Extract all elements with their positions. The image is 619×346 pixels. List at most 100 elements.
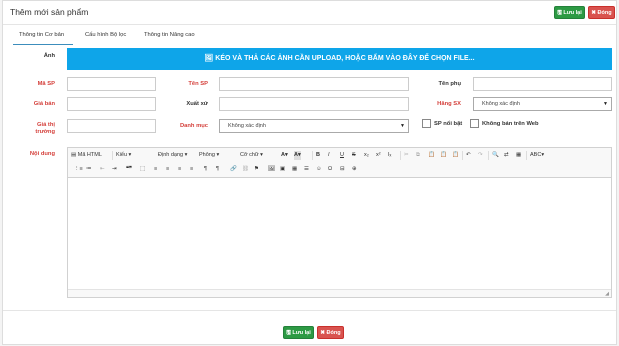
ltr-icon[interactable]: ¶ [204,165,207,174]
code-input[interactable] [67,77,156,91]
bullet-list-icon[interactable]: ≔ [86,165,92,174]
smiley-icon[interactable]: ☺ [316,165,322,174]
align-left-icon[interactable]: ≡ [154,165,157,174]
toolbar-separator [462,151,463,160]
tab-bar: Thông tin Cơ bản Cấu hình Bộ lọc Thông t… [11,29,611,45]
rich-text-editor[interactable]: ▤ Mã HTML Kiểu ▾ Định dạng ▾ Phông ▾ Cỡ … [67,147,612,298]
format-dropdown[interactable]: Định dạng ▾ [158,151,187,160]
footer-divider [3,310,616,311]
caret-down-icon: ▾ [541,152,545,158]
styles-dropdown[interactable]: Kiểu ▾ [116,151,131,160]
tab-filter-config[interactable]: Cấu hình Bộ lọc [79,29,132,45]
redo-icon[interactable]: ↷ [478,151,483,160]
content-label: Nội dung [29,151,55,157]
origin-label: Xuất xứ [186,101,208,107]
superscript-button[interactable]: x² [376,151,381,160]
resize-handle-icon[interactable]: ◢ [605,291,609,297]
strike-button[interactable]: S [352,151,356,160]
size-dropdown[interactable]: Cỡ chữ ▾ [240,151,263,160]
numbered-list-icon[interactable]: ⋮≡ [74,165,83,174]
market-price-label: Giá thị trường [23,122,55,136]
category-select[interactable]: Không xác định ▼ [219,119,409,133]
featured-label: SP nổi bật [434,121,463,127]
blockquote-icon[interactable]: ❝❞ [126,165,132,174]
caret-down-icon: ▾ [128,152,132,158]
rtl-icon[interactable]: ¶ [216,165,219,174]
tab-advanced-info[interactable]: Thông tin Nâng cao [138,29,201,45]
find-icon[interactable]: 🔍 [492,151,499,160]
size-label: Cỡ chữ [240,152,259,158]
table-icon[interactable]: ▦ [292,165,297,174]
save-button-bottom[interactable]: 🖫 Lưu lại [283,326,314,339]
image-icon: 🖼 [204,55,214,62]
upload-text: KÉO VÀ THẢ CÁC ẢNH CẦN UPLOAD, HOẶC BẤM … [215,55,475,62]
dialog-header: Thêm mới sản phẩm 🖫 Lưu lại ✖ Đóng [3,1,616,25]
source-label: Mã HTML [77,152,102,158]
close-button-bottom[interactable]: ✖ Đóng [317,326,344,339]
page-break-icon[interactable]: ⊟ [340,165,345,174]
paste-text-icon[interactable]: 📋 [440,151,447,160]
italic-button[interactable]: I [328,151,330,160]
replace-icon[interactable]: ⇄ [504,151,509,160]
name-input[interactable] [219,77,409,91]
toolbar-separator [312,151,313,160]
text-color-button[interactable]: A▾ [281,151,288,160]
indent-icon[interactable]: ⇥ [112,165,117,174]
bg-color-button[interactable]: A▾ [294,151,301,160]
cut-icon[interactable]: ✂ [404,151,409,160]
unlink-icon[interactable]: ⛓ [242,165,249,174]
tab-basic-info[interactable]: Thông tin Cơ bản [13,29,73,45]
outdent-icon[interactable]: ⇤ [100,165,105,174]
spellcheck-label: ABC [530,152,542,158]
select-all-icon[interactable]: ▦ [516,151,521,160]
image-label: Ảnh [43,53,55,59]
copy-icon[interactable]: ⧉ [416,151,420,160]
font-label: Phông [199,152,215,158]
bold-button[interactable]: B [316,151,320,160]
add-product-dialog: Thêm mới sản phẩm 🖫 Lưu lại ✖ Đóng Thông… [2,0,617,345]
special-char-icon[interactable]: Ω [328,165,332,174]
caret-down-icon: ▾ [284,152,288,158]
font-dropdown[interactable]: Phông ▾ [199,151,219,160]
paste-icon[interactable]: 📋 [428,151,435,160]
anchor-icon[interactable]: ⚑ [254,165,259,174]
save-icon: 🖫 [557,10,562,16]
link-icon[interactable]: 🔗 [230,165,237,174]
underline-button[interactable]: U [340,151,344,160]
source-button[interactable]: ▤ Mã HTML [71,151,102,160]
spellcheck-icon[interactable]: ABC▾ [530,151,544,160]
toolbar-separator [526,151,527,160]
subname-input[interactable] [473,77,612,91]
editor-statusbar: ◢ [68,289,611,297]
justify-icon[interactable]: ≡ [190,165,193,174]
close-button-top[interactable]: ✖ Đóng [588,6,615,19]
close-icon: ✖ [591,10,596,16]
price-input[interactable] [67,97,156,111]
not-web-checkbox[interactable] [470,119,479,128]
toolbar-separator [400,151,401,160]
upload-dropzone[interactable]: 🖼 KÉO VÀ THẢ CÁC ẢNH CẦN UPLOAD, HOẶC BẤ… [67,48,612,70]
editor-toolbar: ▤ Mã HTML Kiểu ▾ Định dạng ▾ Phông ▾ Cỡ … [68,148,611,178]
name-label: Tên SP [188,81,208,87]
remove-format-button[interactable]: Iₓ [388,151,391,160]
category-label: Danh mục [179,123,208,129]
save-button-top[interactable]: 🖫 Lưu lại [554,6,585,19]
caret-down-icon: ▼ [603,101,608,107]
market-price-input[interactable] [67,119,156,133]
undo-icon[interactable]: ↶ [466,151,471,160]
paste-word-icon[interactable]: 📋 [452,151,459,160]
horizontal-rule-icon[interactable]: ☰ [304,165,309,174]
align-center-icon[interactable]: ≡ [166,165,169,174]
iframe-icon[interactable]: ⊕ [352,165,357,174]
origin-input[interactable] [219,97,409,111]
subscript-button[interactable]: x₂ [364,151,369,160]
caret-down-icon: ▾ [184,152,188,158]
editor-content-area[interactable] [68,179,611,290]
maker-select[interactable]: Không xác định ▼ [473,97,612,111]
featured-checkbox[interactable] [422,119,431,128]
caret-down-icon: ▾ [297,152,301,158]
align-right-icon[interactable]: ≡ [178,165,181,174]
image-insert-icon[interactable]: 🖼 [268,165,275,174]
flash-icon[interactable]: ▣ [280,165,285,174]
div-container-icon[interactable]: ⬚ [140,165,145,174]
